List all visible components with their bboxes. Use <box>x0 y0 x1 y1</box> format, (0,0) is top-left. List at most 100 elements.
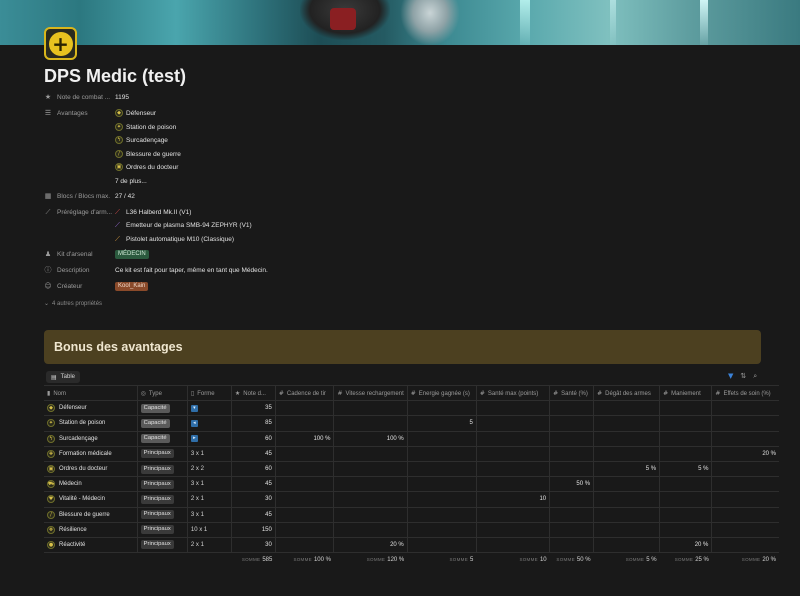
plasma-icon: ⟋ <box>115 220 120 229</box>
callout-block[interactable]: Bonus des avantages <box>44 330 761 364</box>
medic-plus-icon: + <box>48 31 73 56</box>
creator-tag[interactable]: Kool_Kain <box>115 281 149 291</box>
wound-icon: / <box>47 510 55 519</box>
relation-item[interactable]: ⟋ Emetteur de plasma SMB-94 ZEPHYR (V1) <box>115 220 252 230</box>
table-row[interactable]: ◆ Défenseur Capacité ▾ 35 <box>44 400 779 417</box>
more-properties-toggle[interactable]: ⌄ 4 autres propriétés <box>44 300 102 307</box>
user-circle-icon: ☺ <box>44 282 52 290</box>
column-header[interactable]: # Effets de soin (%) <box>711 384 779 402</box>
weapon-icon: ⟋ <box>45 207 51 216</box>
pistol-icon: ⟋ <box>115 234 120 243</box>
table-row[interactable]: / Blessure de guerre Principaux 3 x 1 45 <box>44 507 779 523</box>
property-label: Préréglage d'arm... <box>57 208 113 216</box>
type-tag[interactable]: Principaux <box>140 479 174 489</box>
show-more-link[interactable]: 7 de plus... <box>115 176 147 186</box>
property-avantages[interactable]: ☰ Avantages ◆ Défenseur <box>44 108 744 120</box>
type-tag[interactable]: Principaux <box>140 525 174 535</box>
relation-item[interactable]: ▣ Ordres du docteur <box>115 162 178 172</box>
property-note-combat[interactable]: ★ Note de combat ... 1195 <box>44 92 744 104</box>
column-sum[interactable]: SOMME 5 % <box>594 553 660 568</box>
column-sum[interactable]: SOMME 585 <box>231 553 275 568</box>
column-header[interactable]: ◎ Type <box>137 384 188 402</box>
relation-item[interactable]: ⟋ L36 Halberd Mk.II (V1) <box>115 207 191 217</box>
type-tag[interactable]: Principaux <box>140 464 174 474</box>
table-row[interactable]: ❖ Résilience Principaux 10 x 1 150 <box>44 522 779 538</box>
property-blocs[interactable]: ▦ Blocs / Blocs max. 27 / 42 <box>44 191 744 203</box>
view-tab-table[interactable]: ▤ Table <box>46 371 81 383</box>
image-icon: ▸ <box>190 435 198 443</box>
callout-title: Bonus des avantages <box>54 340 183 354</box>
column-header[interactable]: # Cadence de tir <box>275 384 335 402</box>
image-icon: ▾ <box>190 404 198 412</box>
property-label: Kit d'arsenal <box>57 250 93 258</box>
search-icon[interactable]: ⌕ <box>753 372 757 381</box>
column-header[interactable]: # Vitesse rechargement <box>333 384 408 402</box>
type-tag[interactable]: Principaux <box>140 540 174 550</box>
column-header[interactable]: # Santé (%) <box>549 384 595 402</box>
page-cover-image <box>0 0 800 45</box>
person-icon: ♟ <box>44 250 52 258</box>
number-icon: # <box>337 389 343 397</box>
table-row[interactable]: ✚ Formation médicale Principaux 3 x 1 45 … <box>44 446 779 462</box>
cover-light-beam <box>610 0 616 45</box>
page-icon[interactable]: + <box>44 27 77 60</box>
title-icon: ▮ <box>47 389 51 397</box>
property-createur[interactable]: ☺ Créateur Kool_Kain <box>44 281 744 293</box>
heart-pulse-icon: ♥ <box>47 495 55 504</box>
type-tag[interactable]: Capacité <box>140 418 170 428</box>
property-description[interactable]: ⓘ Description Ce kit est fait pour taper,… <box>44 265 744 277</box>
file-icon: ▯ <box>190 389 195 397</box>
type-tag[interactable]: Principaux <box>140 494 174 504</box>
column-header[interactable]: # Maniement <box>659 384 713 402</box>
image-icon: ◂ <box>190 419 198 427</box>
kit-tag[interactable]: MÉDECIN <box>115 249 149 259</box>
column-sum[interactable]: SOMME 25 % <box>660 553 712 568</box>
column-header[interactable]: # Dégât des armes <box>593 384 661 402</box>
number-icon: # <box>553 389 559 397</box>
resilience-icon: ❖ <box>47 525 55 534</box>
column-sum[interactable]: SOMME 120 % <box>334 553 407 568</box>
property-kit[interactable]: ♟ Kit d'arsenal MÉDECIN <box>44 249 744 261</box>
column-sum[interactable]: SOMME 10 <box>476 553 549 568</box>
table-row[interactable]: ♥ Vitalité - Médecin Principaux 2 x 1 30 … <box>44 491 779 508</box>
table-summary-row: SOMME 585 SOMME 100 % SOMME 120 % SOMME 5 SO… <box>44 553 779 568</box>
type-tag[interactable]: Capacité <box>140 434 170 444</box>
table-row[interactable]: ● Réactivité Principaux 2 x 1 30 20 % 20 … <box>44 537 779 554</box>
type-tag[interactable]: Principaux <box>140 449 174 459</box>
cover-light-beam <box>520 0 530 45</box>
table-row[interactable]: ϟ Surcadençage Capacité ▸ 60 100 % 100 % <box>44 431 779 447</box>
number-icon: # <box>715 389 721 397</box>
type-tag[interactable]: Principaux <box>140 510 174 520</box>
column-header[interactable]: ★ Note d... <box>231 384 276 402</box>
column-header[interactable]: ▮ Nom <box>44 384 138 402</box>
property-value: 27 / 42 <box>115 192 135 200</box>
relation-item[interactable]: ϟ Surcadençage <box>115 135 168 145</box>
poison-icon: ✦ <box>115 123 123 131</box>
sort-icon[interactable]: ⇅ <box>740 372 746 381</box>
relation-item[interactable]: ⟋ Pistolet automatique M10 (Classique) <box>115 234 234 244</box>
medical-training-icon: ✚ <box>47 449 55 458</box>
chevron-down-icon: ⌄ <box>44 300 50 307</box>
column-sum[interactable]: SOMME 50 % <box>550 553 594 568</box>
column-header[interactable]: ▯ Forme <box>187 384 232 402</box>
column-sum[interactable]: SOMME 100 % <box>275 553 334 568</box>
column-header[interactable]: # Energie gagnée (s) <box>407 384 477 402</box>
relation-item[interactable]: ✦ Station de poison <box>115 122 176 132</box>
column-header[interactable]: # Santé max (points) <box>476 384 551 402</box>
type-tag[interactable]: Capacité <box>140 403 170 413</box>
filter-icon[interactable]: ▼ <box>728 372 733 381</box>
property-label: Avantages <box>57 109 88 117</box>
table-header-row: ▮ Nom ◎ Type ▯ Forme ★ Note d... # Cadence de… <box>44 384 779 402</box>
property-prereglage[interactable]: ⟋ Préréglage d'arm... ⟋ L36 Halberd Mk.II … <box>44 207 744 219</box>
number-icon: # <box>597 389 603 397</box>
reactivity-icon: ● <box>47 540 55 549</box>
table-row[interactable]: ⛟ Médecin Principaux 3 x 1 45 50 % <box>44 476 779 493</box>
table-row[interactable]: ▣ Ordres du docteur Principaux 2 x 2 60 5… <box>44 461 779 478</box>
column-sum[interactable]: SOMME 5 <box>407 553 476 568</box>
table-row[interactable]: ✦ Station de poison Capacité ◂ 85 5 <box>44 415 779 432</box>
property-value: Ce kit est fait pour taper, même en tant… <box>115 266 268 274</box>
column-sum[interactable]: SOMME 20 % <box>712 553 779 568</box>
relation-item[interactable]: / Blessure de guerre <box>115 149 181 159</box>
relation-item[interactable]: ◆ Défenseur <box>115 108 156 118</box>
page-title[interactable]: DPS Medic (test) <box>44 66 186 87</box>
